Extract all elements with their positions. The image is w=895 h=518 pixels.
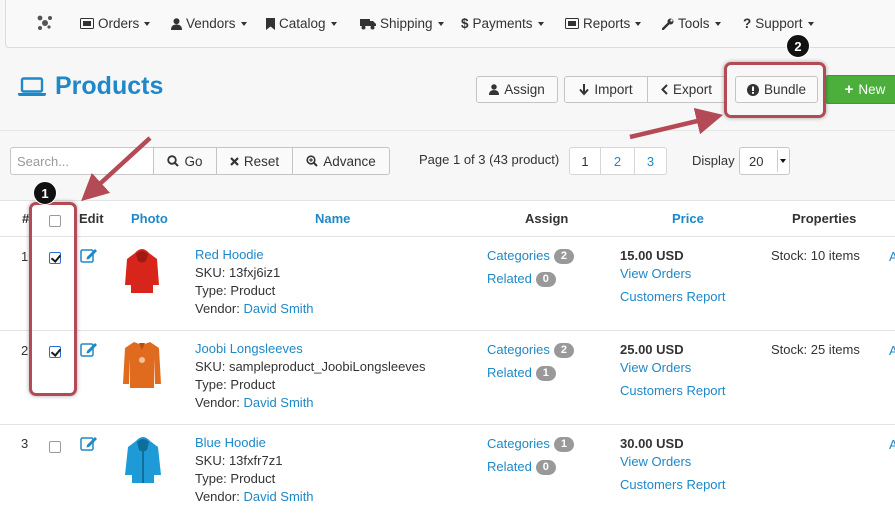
arrow-to-checkboxes <box>81 136 152 202</box>
step-badge-2: 2 <box>786 34 810 58</box>
annotation-arrows <box>81 107 724 202</box>
arrow-to-bundle-button <box>629 107 724 140</box>
step-badge-1: 1 <box>33 181 57 205</box>
